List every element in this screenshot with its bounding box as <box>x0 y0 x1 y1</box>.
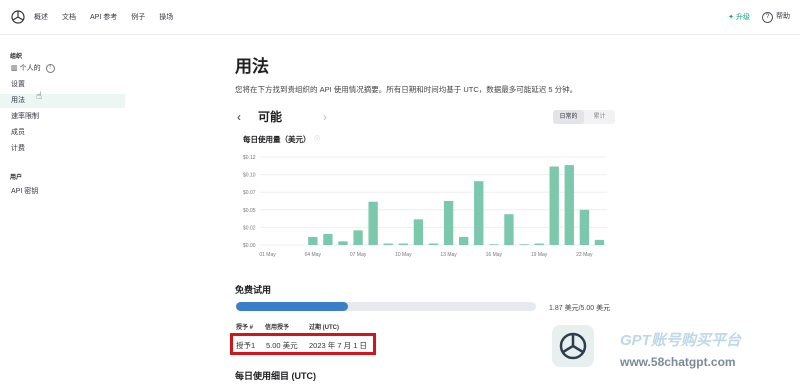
chart-bar[interactable] <box>428 243 439 245</box>
chart-bar[interactable] <box>504 214 514 245</box>
nav-overview[interactable]: 概述 <box>34 12 48 22</box>
y-tick-label: $0.10 <box>243 173 256 179</box>
sparkle-icon: ✦ <box>728 14 735 21</box>
free-trial-title: 免费试用 <box>235 285 272 295</box>
period-title: 可能 <box>258 110 283 124</box>
sidebar-item-members[interactable]: 成员 <box>0 126 125 140</box>
sidebar-item-personal[interactable]: ▥ 个人的 ! <box>0 62 125 76</box>
top-nav: 概述 文档 API 参考 例子 操场 <box>34 12 173 22</box>
chart-bar[interactable] <box>594 239 605 245</box>
page-title: 用法 <box>235 57 269 76</box>
x-tick-label: 13 May <box>440 252 457 258</box>
x-tick-label: 01 May <box>259 252 276 258</box>
grant-column-header: 信用授予 <box>265 325 290 331</box>
top-right-menu: ✦ 升级 ? 帮助 <box>728 11 790 23</box>
free-trial-progress-fill <box>236 302 349 311</box>
daily-breakdown-title: 每日使用细目 (UTC) <box>235 371 316 381</box>
highlight-box <box>230 333 376 355</box>
upgrade-button[interactable]: ✦ 升级 <box>728 12 750 22</box>
nav-docs[interactable]: 文档 <box>62 12 76 22</box>
y-tick-label: $0.02 <box>243 225 256 231</box>
chart-title: 每日使用量（美元） <box>243 135 311 144</box>
chart-bar[interactable] <box>338 241 348 245</box>
sidebar-item-label: 个人的 <box>19 65 41 72</box>
sidebar-item-rate-limits[interactable]: 速率限制 <box>0 110 125 124</box>
free-trial-amount: 1.87 美元/5.00 美元 <box>549 305 611 312</box>
chart-info-icon[interactable]: ⓘ <box>314 134 320 143</box>
help-button[interactable]: ? 帮助 <box>762 11 790 23</box>
y-tick-label: $0.05 <box>243 208 256 214</box>
free-trial-progress-bar <box>236 302 536 311</box>
chart-bar[interactable] <box>398 243 409 245</box>
building-icon: ▥ <box>11 65 18 72</box>
view-toggle: 日常的 累计 <box>553 110 615 124</box>
chart-bar[interactable] <box>579 209 590 245</box>
mouse-cursor-icon: ☝ <box>36 91 43 102</box>
chart-bar[interactable] <box>413 219 424 245</box>
watermark-line1: GPT账号购买平台 <box>620 332 741 349</box>
nav-examples[interactable]: 例子 <box>131 12 145 22</box>
chart-bar[interactable] <box>383 243 393 245</box>
sidebar-item-api-keys[interactable]: API 密钥 <box>0 185 125 199</box>
sidebar-section-org: 组织 <box>10 54 23 60</box>
chart-bar[interactable] <box>368 201 378 245</box>
next-period-button[interactable]: › <box>323 110 327 124</box>
chart-bar[interactable] <box>443 201 454 245</box>
top-bar: 概述 文档 API 参考 例子 操场 ✦ 升级 ? 帮助 <box>0 0 800 35</box>
chart-bar[interactable] <box>353 230 363 245</box>
previous-period-button[interactable]: ‹ <box>237 110 241 124</box>
help-icon: ? <box>762 12 773 23</box>
sidebar-section-user: 用户 <box>10 175 23 181</box>
nav-api-reference[interactable]: API 参考 <box>90 12 117 22</box>
page-description: 您将在下方找到贵组织的 API 使用情况摘要。所有日期和时间均基于 UTC，数据… <box>235 85 578 94</box>
y-tick-label: $0.00 <box>243 243 256 249</box>
x-tick-label: 22 May <box>576 252 593 258</box>
chart-bar[interactable] <box>564 165 574 245</box>
chart-bar[interactable] <box>474 181 484 245</box>
chart-bar[interactable] <box>489 244 499 245</box>
sidebar-item-billing[interactable]: 计费 <box>0 142 125 156</box>
chart-bar[interactable] <box>519 244 529 245</box>
grant-column-header: 过期 (UTC) <box>309 325 339 331</box>
y-tick-label: $0.12 <box>243 155 256 161</box>
chart-bar[interactable] <box>458 236 469 245</box>
chart-bar[interactable] <box>534 243 544 245</box>
chart-bar[interactable] <box>308 236 318 245</box>
sidebar-item-settings[interactable]: 设置 <box>0 78 125 92</box>
upgrade-label: 升级 <box>736 14 750 21</box>
chart-bar[interactable] <box>549 166 559 245</box>
watermark: GPT账号购买平台 www.58chatgpt.com <box>540 315 800 389</box>
x-tick-label: 04 May <box>305 252 322 258</box>
info-icon: ! <box>45 63 55 73</box>
watermark-logo-icon <box>552 325 594 367</box>
daily-usage-chart: $0.12 $0.10 $0.07 $0.05 $0.02 $0.0001 May 04 M… <box>243 155 607 258</box>
y-tick-label: $0.07 <box>243 190 256 196</box>
toggle-cumulative[interactable]: 累计 <box>584 110 615 124</box>
x-tick-label: 16 May <box>486 252 503 258</box>
grant-column-header: 授予 # <box>236 325 254 331</box>
watermark-line2: www.58chatgpt.com <box>620 355 736 369</box>
toggle-daily[interactable]: 日常的 <box>553 110 584 124</box>
chart-bar[interactable] <box>323 234 333 245</box>
sidebar: 组织 ▥ 个人的 ! 设置 用法 速率限制 成员 计费 用户 API 密钥 <box>0 34 125 389</box>
x-tick-label: 10 May <box>395 252 412 258</box>
x-tick-label: 07 May <box>350 252 367 258</box>
help-label: 帮助 <box>776 13 790 20</box>
openai-logo-icon[interactable] <box>10 9 26 25</box>
x-tick-label: 19 May <box>531 252 548 258</box>
nav-playground[interactable]: 操场 <box>159 12 173 22</box>
sidebar-item-usage[interactable]: 用法 <box>0 94 125 108</box>
